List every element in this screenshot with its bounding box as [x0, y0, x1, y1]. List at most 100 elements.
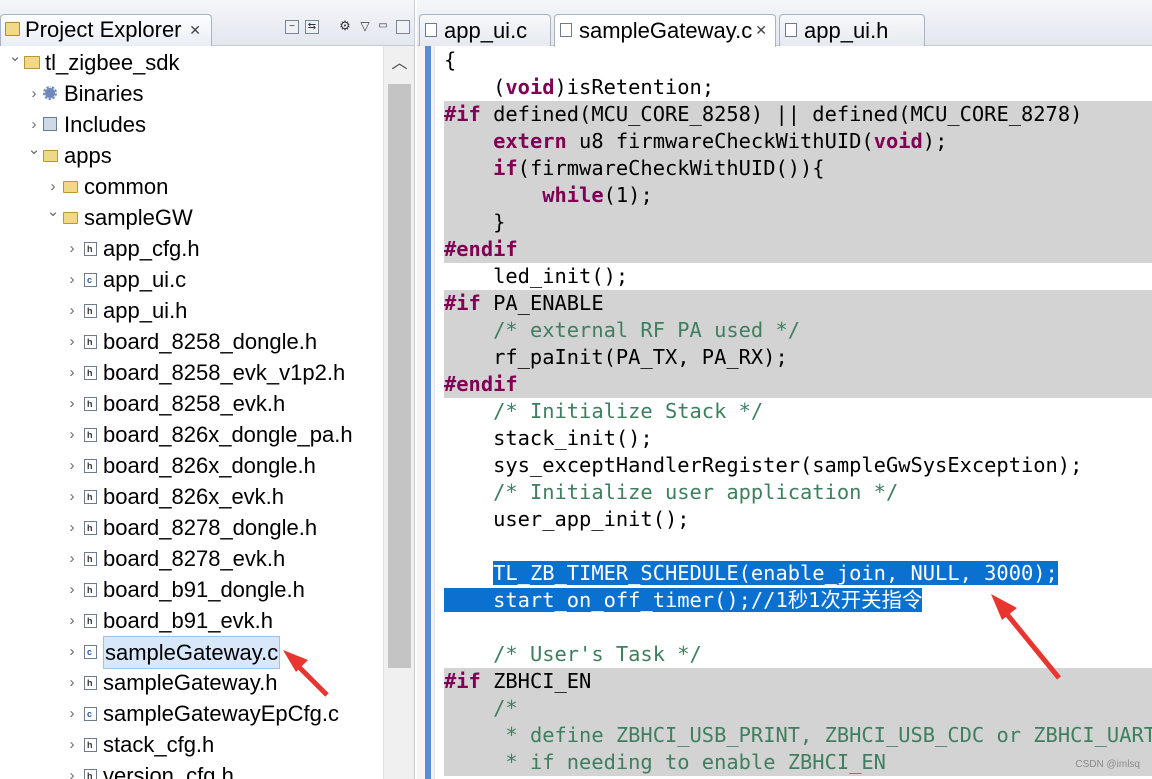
- chevron-down-icon[interactable]: ⌄: [27, 134, 41, 165]
- tree-item[interactable]: › board_826x_dongle.h: [0, 450, 383, 482]
- tree-item[interactable]: › board_b91_evk.h: [0, 605, 383, 637]
- tree-item[interactable]: › app_cfg.h: [0, 233, 383, 265]
- tree-item[interactable]: › stack_cfg.h: [0, 729, 383, 761]
- code-line[interactable]: #endif: [444, 371, 1152, 398]
- maximize-icon[interactable]: [396, 20, 410, 34]
- chevron-right-icon[interactable]: ›: [65, 419, 79, 450]
- tree-item[interactable]: › board_8258_evk_v1p2.h: [0, 357, 383, 389]
- includes-icon: [43, 117, 57, 131]
- scroll-up-icon[interactable]: ︿: [384, 46, 414, 82]
- code-line[interactable]: TL_ZB_TIMER_SCHEDULE(enable_join, NULL, …: [444, 560, 1152, 587]
- chevron-right-icon[interactable]: ›: [65, 512, 79, 543]
- code-line[interactable]: stack_init();: [444, 425, 1152, 452]
- tree-item[interactable]: › board_8258_dongle.h: [0, 326, 383, 358]
- tab-project-explorer[interactable]: Project Explorer ✕: [0, 14, 212, 46]
- tree-item[interactable]: › Binaries: [0, 78, 383, 109]
- code-line[interactable]: /* User's Task */: [444, 641, 1152, 668]
- code-line[interactable]: [444, 614, 1152, 641]
- header-file-icon: [84, 482, 97, 513]
- code-line[interactable]: {: [444, 47, 1152, 74]
- tree-item-label: common: [84, 174, 169, 199]
- chevron-right-icon[interactable]: ›: [65, 481, 79, 512]
- code-line[interactable]: start_on_off_timer();//1秒1次开关指令: [444, 587, 1152, 614]
- project-explorer-icon: [5, 22, 20, 36]
- chevron-right-icon[interactable]: ›: [65, 605, 79, 636]
- tree-item[interactable]: ⌄ tl_zigbee_sdk: [0, 47, 383, 78]
- code-line[interactable]: #endif: [444, 236, 1152, 263]
- tree-item[interactable]: › app_ui.h: [0, 295, 383, 327]
- header-file-icon: [84, 668, 97, 699]
- collapse-all-icon[interactable]: −: [285, 20, 299, 34]
- tree-item[interactable]: › board_8258_evk.h: [0, 388, 383, 420]
- tree-item[interactable]: › sampleGateway.c: [0, 636, 383, 669]
- code-line[interactable]: /* Initialize Stack */: [444, 398, 1152, 425]
- chevron-right-icon[interactable]: ›: [65, 326, 79, 357]
- chevron-right-icon[interactable]: ›: [65, 264, 79, 295]
- chevron-right-icon[interactable]: ›: [65, 388, 79, 419]
- tab-editor-file[interactable]: app_ui.h: [779, 14, 925, 46]
- chevron-right-icon[interactable]: ›: [65, 667, 79, 698]
- tree-item-label: sampleGatewayEpCfg.c: [103, 701, 339, 726]
- file-icon: [425, 23, 437, 37]
- code-line[interactable]: rf_paInit(PA_TX, PA_RX);: [444, 344, 1152, 371]
- code-line[interactable]: * if needing to enable ZBHCI_EN: [444, 749, 1152, 776]
- tab-editor-file[interactable]: app_ui.c: [419, 14, 551, 46]
- close-icon[interactable]: ✕: [755, 15, 767, 46]
- chevron-down-icon[interactable]: ⌄: [46, 196, 60, 227]
- tree-item[interactable]: › board_826x_dongle_pa.h: [0, 419, 383, 451]
- code-line[interactable]: * define ZBHCI_USB_PRINT, ZBHCI_USB_CDC …: [444, 722, 1152, 749]
- chevron-right-icon[interactable]: ›: [65, 450, 79, 481]
- tree-item[interactable]: › board_8278_dongle.h: [0, 512, 383, 544]
- code-line[interactable]: #if ZBHCI_EN: [444, 668, 1152, 695]
- code-line[interactable]: #if defined(MCU_CORE_8258) || defined(MC…: [444, 101, 1152, 128]
- code-line[interactable]: extern u8 firmwareCheckWithUID(void);: [444, 128, 1152, 155]
- tree-item[interactable]: › version_cfg.h: [0, 760, 383, 779]
- chevron-right-icon[interactable]: ›: [65, 729, 79, 760]
- code-line[interactable]: if(firmwareCheckWithUID()){: [444, 155, 1152, 182]
- chevron-right-icon[interactable]: ›: [65, 698, 79, 729]
- tree-item[interactable]: › board_b91_dongle.h: [0, 574, 383, 606]
- chevron-down-icon[interactable]: ⌄: [8, 46, 22, 72]
- filter-icon[interactable]: ⚙: [338, 19, 352, 34]
- tree-item[interactable]: › sampleGateway.h: [0, 667, 383, 699]
- close-icon[interactable]: ✕: [189, 15, 201, 45]
- view-menu-icon[interactable]: ▽: [358, 20, 372, 34]
- tab-editor-file[interactable]: sampleGateway.c ✕: [554, 14, 776, 47]
- chevron-right-icon[interactable]: ›: [65, 574, 79, 605]
- code-line[interactable]: while(1);: [444, 182, 1152, 209]
- tree-scrollbar[interactable]: ︿: [383, 46, 414, 779]
- code-line[interactable]: #if PA_ENABLE: [444, 290, 1152, 317]
- tree-item[interactable]: › board_8278_evk.h: [0, 543, 383, 575]
- tree-item[interactable]: › Includes: [0, 109, 383, 140]
- code-line[interactable]: user_app_init();: [444, 506, 1152, 533]
- tree-item[interactable]: ⌄ sampleGW: [0, 202, 383, 233]
- code-line[interactable]: [444, 533, 1152, 560]
- chevron-right-icon[interactable]: ›: [65, 543, 79, 574]
- tree-item-label: board_b91_evk.h: [103, 608, 274, 633]
- chevron-right-icon[interactable]: ›: [65, 233, 79, 264]
- code-area[interactable]: { (void)isRetention; #if defined(MCU_CORE…: [444, 46, 1152, 779]
- code-line[interactable]: sys_exceptHandlerRegister(sampleGwSysExc…: [444, 452, 1152, 479]
- scrollbar-thumb[interactable]: [388, 84, 411, 668]
- chevron-right-icon[interactable]: ›: [65, 357, 79, 388]
- chevron-right-icon[interactable]: ›: [65, 295, 79, 326]
- minimize-icon[interactable]: ▭: [376, 20, 390, 34]
- code-line[interactable]: /*: [444, 695, 1152, 722]
- code-line[interactable]: /* external RF PA used */: [444, 317, 1152, 344]
- link-editor-icon[interactable]: ⇆: [305, 20, 319, 34]
- tree-item[interactable]: › sampleGatewayEpCfg.c: [0, 698, 383, 730]
- chevron-right-icon[interactable]: ›: [65, 760, 79, 779]
- chevron-right-icon[interactable]: ›: [27, 78, 41, 109]
- code-line[interactable]: /* Initialize user application */: [444, 479, 1152, 506]
- tree-item-label: version_cfg.h: [103, 763, 234, 779]
- code-line[interactable]: led_init();: [444, 263, 1152, 290]
- chevron-right-icon[interactable]: ›: [65, 636, 79, 667]
- code-line[interactable]: (void)isRetention;: [444, 74, 1152, 101]
- header-file-icon: [84, 513, 97, 544]
- code-line[interactable]: }: [444, 209, 1152, 236]
- tree-item[interactable]: › app_ui.c: [0, 264, 383, 296]
- tree-item[interactable]: › board_826x_evk.h: [0, 481, 383, 513]
- tree-item[interactable]: ⌄ apps: [0, 140, 383, 171]
